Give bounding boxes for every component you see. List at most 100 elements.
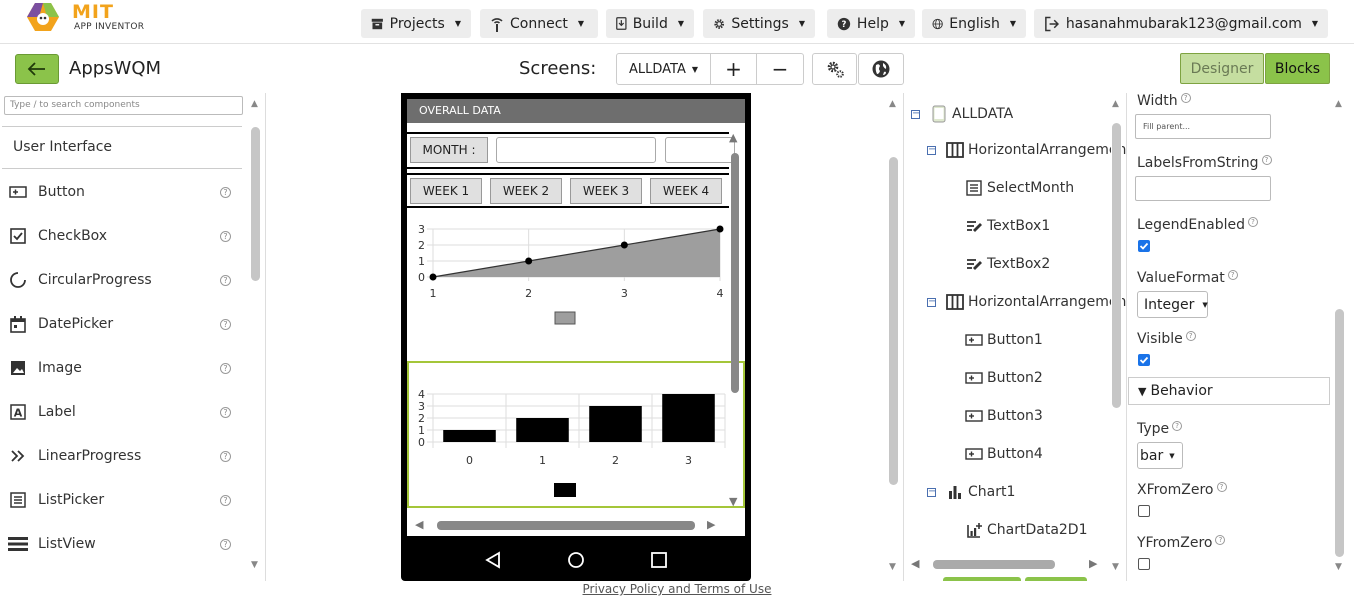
connect-menu[interactable]: Connect ▼ xyxy=(480,9,598,38)
help-icon[interactable]: ? xyxy=(1227,270,1238,280)
palette-item-linearprogress[interactable]: LinearProgress ? xyxy=(8,436,248,476)
help-icon[interactable]: ? xyxy=(220,186,231,198)
legend-enabled-checkbox[interactable] xyxy=(1138,240,1150,252)
designer-button[interactable]: Designer xyxy=(1180,53,1264,84)
help-icon[interactable]: ? xyxy=(220,318,231,330)
back-button[interactable] xyxy=(15,54,59,84)
palette-item-circularprogress[interactable]: CircularProgress ? xyxy=(8,260,248,300)
tree-node-button4[interactable]: Button4 xyxy=(965,445,1043,463)
help-icon[interactable]: ? xyxy=(1185,331,1196,341)
palette-category-user-interface[interactable]: User Interface xyxy=(2,126,242,169)
scroll-down-icon[interactable]: ▼ xyxy=(729,495,737,508)
tree-node-selectmonth[interactable]: SelectMonth xyxy=(965,179,1074,197)
rename-button[interactable] xyxy=(943,577,1021,581)
tree-node-button1[interactable]: Button1 xyxy=(965,331,1043,349)
palette-item-listpicker[interactable]: ListPicker ? xyxy=(8,480,248,520)
scroll-up-icon[interactable]: ▲ xyxy=(251,99,258,109)
x-from-zero-checkbox[interactable] xyxy=(1138,505,1150,517)
help-icon[interactable]: ? xyxy=(220,406,231,418)
chart-area[interactable]: 01231 2 3 4 xyxy=(407,212,729,352)
properties-scrollbar[interactable]: ▲ ▼ xyxy=(1334,99,1345,575)
tree-node-button3[interactable]: Button3 xyxy=(965,407,1043,425)
privacy-policy-link[interactable]: Privacy Policy and Terms of Use xyxy=(583,582,772,596)
scroll-left-icon[interactable]: ◀ xyxy=(911,557,919,570)
tree-node-horizontalarrangement2[interactable]: − HorizontalArrangement2 xyxy=(927,293,1126,311)
tree-hscroll-thumb[interactable] xyxy=(933,560,1055,569)
palette-item-button[interactable]: Button ? xyxy=(8,172,248,212)
scroll-up-icon[interactable]: ▲ xyxy=(1112,99,1119,109)
y-from-zero-checkbox[interactable] xyxy=(1138,558,1150,570)
horizontal-arrangement-2[interactable]: WEEK 1 WEEK 2 WEEK 3 WEEK 4 xyxy=(407,173,729,208)
help-icon[interactable]: ? xyxy=(220,538,231,550)
help-menu[interactable]: ? Help ▼ xyxy=(827,9,915,38)
scroll-up-icon[interactable]: ▲ xyxy=(729,131,737,144)
help-icon[interactable]: ? xyxy=(220,450,231,462)
tree-node-alldata[interactable]: − ALLDATA xyxy=(911,105,1013,123)
help-icon[interactable]: ? xyxy=(220,362,231,374)
week-3-button[interactable]: WEEK 3 xyxy=(570,178,642,204)
tree-hscrollbar[interactable]: ◀ ▶ xyxy=(911,557,1101,571)
palette-item-image[interactable]: Image ? xyxy=(8,348,248,388)
collapse-icon[interactable]: − xyxy=(927,144,936,155)
width-input[interactable]: Fill parent... xyxy=(1135,114,1271,139)
collapse-icon[interactable]: − xyxy=(911,108,920,119)
collapse-icon[interactable]: − xyxy=(927,296,936,307)
help-icon[interactable]: ? xyxy=(220,230,231,242)
help-icon[interactable]: ? xyxy=(1172,421,1183,431)
type-select[interactable]: bar ▼ xyxy=(1137,442,1183,469)
scroll-up-icon[interactable]: ▲ xyxy=(1335,99,1342,109)
screen-scrollbar[interactable]: ▲ ▼ xyxy=(728,129,742,509)
chart-bar-selected[interactable]: 012340123 xyxy=(407,361,745,508)
tree-node-textbox2[interactable]: TextBox2 xyxy=(965,255,1050,273)
scroll-down-icon[interactable]: ▼ xyxy=(1335,562,1342,572)
collapse-icon[interactable]: − xyxy=(927,486,936,497)
nav-home-icon[interactable] xyxy=(567,551,585,569)
palette-scroll-thumb[interactable] xyxy=(251,127,260,281)
properties-scroll-thumb[interactable] xyxy=(1335,309,1344,557)
help-icon[interactable]: ? xyxy=(1180,93,1191,103)
scroll-down-icon[interactable]: ▼ xyxy=(889,562,896,572)
tree-node-button2[interactable]: Button2 xyxy=(965,369,1043,387)
remove-screen-button[interactable]: − xyxy=(757,54,803,84)
help-icon[interactable]: ? xyxy=(1215,535,1226,545)
tree-scroll-thumb[interactable] xyxy=(1112,123,1121,408)
screen-hscrollbar[interactable]: ◀ ▶ xyxy=(415,518,721,532)
delete-button[interactable] xyxy=(1025,577,1087,581)
palette-item-datepicker[interactable]: DatePicker ? xyxy=(8,304,248,344)
scroll-down-icon[interactable]: ▼ xyxy=(1112,562,1119,572)
scroll-right-icon[interactable]: ▶ xyxy=(1089,557,1097,570)
preview-globe-button[interactable] xyxy=(858,53,904,85)
nav-back-icon[interactable] xyxy=(484,551,502,569)
week-2-button[interactable]: WEEK 2 xyxy=(490,178,562,204)
viewer-scrollbar[interactable]: ▲ ▼ xyxy=(888,99,899,575)
week-1-button[interactable]: WEEK 1 xyxy=(410,178,482,204)
help-icon[interactable]: ? xyxy=(220,494,231,506)
viewer-scroll-thumb[interactable] xyxy=(889,157,898,485)
week-4-button[interactable]: WEEK 4 xyxy=(650,178,722,204)
chart-bar[interactable]: 012340 1 2 3 xyxy=(409,363,727,506)
palette-item-label[interactable]: A Label ? xyxy=(8,392,248,432)
palette-item-listview[interactable]: ListView ? xyxy=(8,524,248,564)
tree-node-horizontalarrangement1[interactable]: − HorizontalArrangement1 xyxy=(927,141,1126,159)
scroll-right-icon[interactable]: ▶ xyxy=(707,518,715,531)
help-icon[interactable]: ? xyxy=(1216,482,1227,492)
scroll-left-icon[interactable]: ◀ xyxy=(415,518,423,531)
app-inventor-logo[interactable]: MIT APP INVENTOR xyxy=(24,0,154,40)
palette-scrollbar[interactable]: ▲ ▼ xyxy=(250,99,261,575)
tree-node-chartdata2d1[interactable]: ChartData2D1 xyxy=(965,521,1088,539)
build-menu[interactable]: Build ▼ xyxy=(606,9,694,38)
project-properties-button[interactable] xyxy=(812,53,857,85)
nav-recents-icon[interactable] xyxy=(650,551,668,569)
projects-menu[interactable]: Projects ▼ xyxy=(361,9,471,38)
help-icon[interactable]: ? xyxy=(1261,155,1272,165)
language-menu[interactable]: English ▼ xyxy=(922,9,1026,38)
account-menu[interactable]: hasanahmubarak123@gmail.com ▼ xyxy=(1034,9,1328,38)
textbox-2[interactable] xyxy=(665,137,735,163)
tree-scrollbar[interactable]: ▲ ▼ xyxy=(1111,99,1122,575)
palette-item-checkbox[interactable]: CheckBox ? xyxy=(8,216,248,256)
horizontal-arrangement-1[interactable]: MONTH : xyxy=(407,132,735,169)
month-button[interactable]: MONTH : xyxy=(410,137,488,163)
tree-node-chart1[interactable]: − Chart1 xyxy=(927,483,1015,501)
textbox-1[interactable] xyxy=(496,137,656,163)
behavior-group-header[interactable]: ▼ Behavior xyxy=(1128,377,1330,405)
